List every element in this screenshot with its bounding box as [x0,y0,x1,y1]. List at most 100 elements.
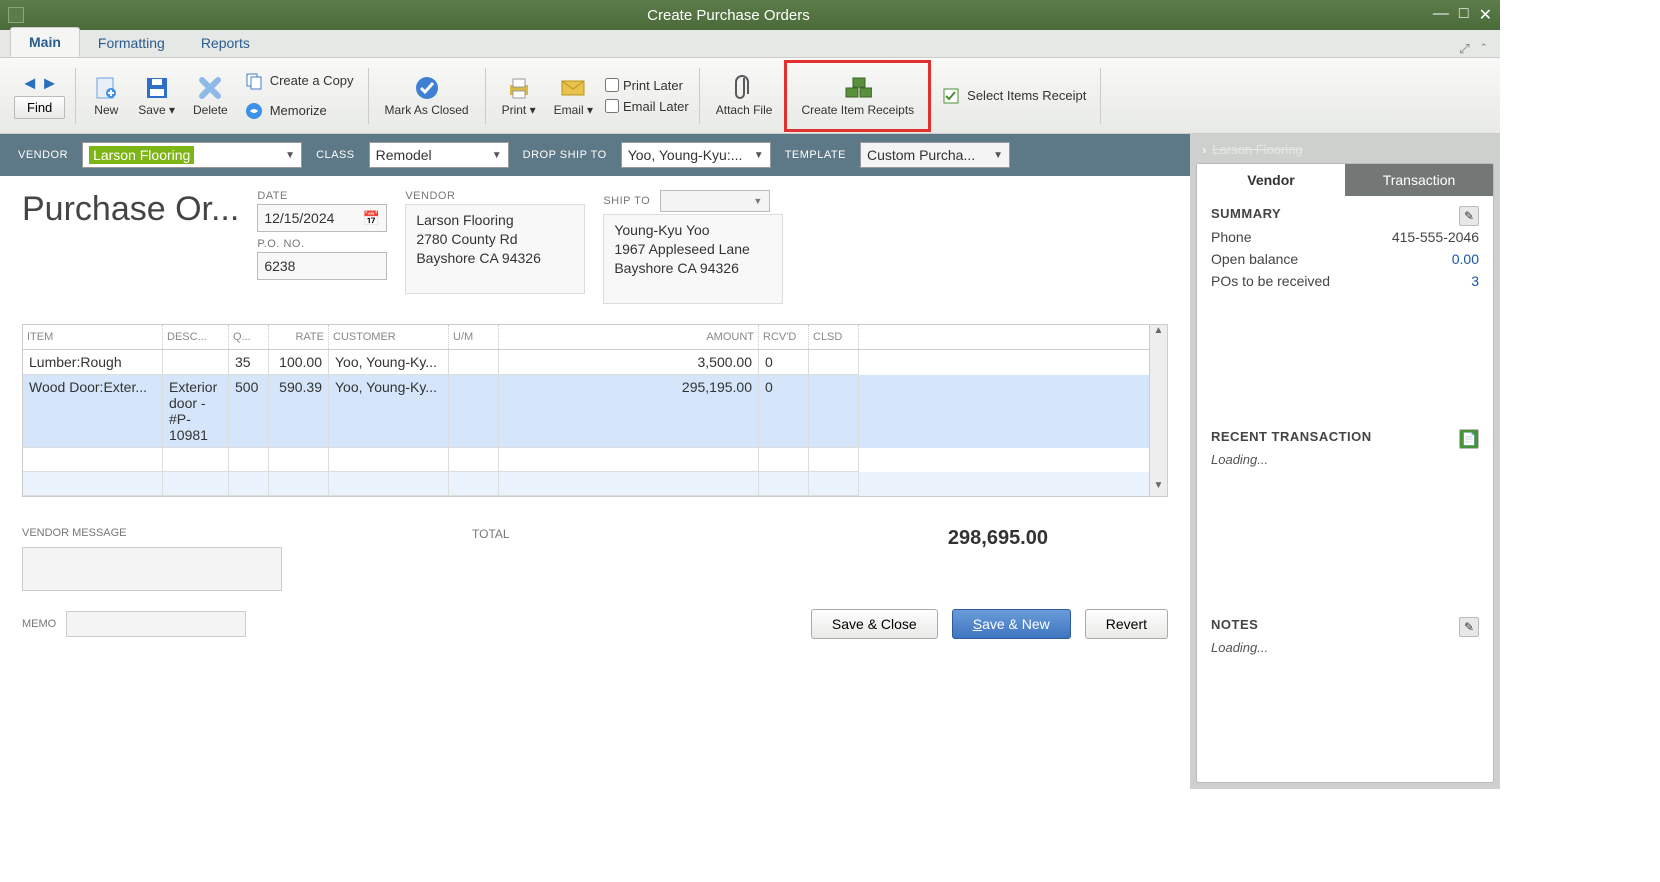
pono-input[interactable]: 6238 [257,252,387,280]
col-customer[interactable]: CUSTOMER [329,325,449,349]
copy-icon [244,71,264,91]
expand-icon[interactable]: ⤢ [1459,41,1469,57]
col-desc[interactable]: DESC... [163,325,229,349]
memo-input[interactable] [66,611,246,637]
tab-main[interactable]: Main [10,27,80,57]
email-button[interactable]: Email ▾ [548,72,599,119]
select-items-receipt-button[interactable]: Select Items Receipt [937,84,1090,108]
vendor-dropdown[interactable]: Larson Flooring▼ [82,142,302,168]
recent-loading: Loading... [1211,452,1479,467]
new-document-icon [92,74,120,102]
calendar-icon[interactable]: 📅 [363,210,380,227]
side-tab-vendor[interactable]: Vendor [1197,164,1345,196]
col-rcvd[interactable]: RCV'D [759,325,809,349]
table-row[interactable] [23,472,1149,496]
col-rate[interactable]: RATE [269,325,329,349]
recent-heading: RECENT TRANSACTION [1211,429,1479,444]
class-dropdown[interactable]: Remodel▼ [369,142,509,168]
col-qty[interactable]: Q... [229,325,269,349]
openbal-value[interactable]: 0.00 [1452,251,1479,267]
tab-formatting[interactable]: Formatting [80,29,183,57]
save-new-button[interactable]: Save & New [952,609,1071,639]
pos-label: POs to be received [1211,273,1330,289]
highlighted-action: Create Item Receipts [784,60,931,132]
collapse-ribbon-icon[interactable]: ˆ [1482,41,1486,57]
phone-label: Phone [1211,229,1251,245]
tab-reports[interactable]: Reports [183,29,268,57]
delete-button[interactable]: Delete [187,72,234,119]
pencil-icon[interactable]: ✎ [1459,617,1479,637]
print-button[interactable]: Print ▾ [496,72,542,119]
vendor-message-input[interactable] [22,547,282,591]
page-title: Purchase Or... [22,190,239,229]
notes-loading: Loading... [1211,640,1479,655]
prev-arrow-icon[interactable]: ◄ [21,73,39,94]
table-row[interactable] [23,448,1149,472]
vendor-label: VENDOR [18,149,68,161]
memo-label: MEMO [22,618,56,630]
side-tab-transaction[interactable]: Transaction [1345,164,1493,196]
col-item[interactable]: ITEM [23,325,163,349]
receipt-check-icon [941,86,961,106]
form-header-bar: VENDOR Larson Flooring▼ CLASS Remodel▼ D… [0,134,1190,176]
check-circle-icon [413,74,441,102]
template-dropdown[interactable]: Custom Purcha...▼ [860,142,1010,168]
shipto-label: SHIP TO ▼ [603,190,783,212]
save-icon [143,74,171,102]
pencil-icon[interactable]: ✎ [1459,206,1479,226]
total-amount: 298,695.00 [948,527,1048,550]
minimize-button[interactable]: — [1433,5,1449,25]
table-scrollbar[interactable]: ▲▼ [1149,325,1167,496]
side-panel: › Larson Flooring Vendor Transaction ✎ S… [1190,134,1500,789]
memorize-icon [244,101,264,121]
template-label: TEMPLATE [785,149,846,161]
line-items-table: ITEM DESC... Q... RATE CUSTOMER U/M AMOU… [22,324,1168,497]
table-row[interactable]: Wood Door:Exter... Exterior door - #P-10… [23,375,1149,448]
date-label: DATE [257,190,387,202]
envelope-icon [559,74,587,102]
mark-closed-button[interactable]: Mark As Closed [379,72,475,119]
system-menu-icon[interactable] [8,7,24,23]
dropship-label: DROP SHIP TO [523,149,607,161]
openbal-label: Open balance [1211,251,1298,267]
date-input[interactable]: 12/15/2024 📅 [257,204,387,232]
shipto-dropdown[interactable]: ▼ [660,190,770,212]
printer-icon [505,74,533,102]
save-button[interactable]: Save ▾ [132,72,181,119]
pono-label: P.O. NO. [257,238,387,250]
titlebar: Create Purchase Orders — □ ✕ [0,0,1500,30]
revert-button[interactable]: Revert [1085,609,1168,639]
shipto-address[interactable]: Young-Kyu Yoo 1967 Appleseed Lane Baysho… [603,214,783,304]
chevron-right-icon[interactable]: › [1202,142,1206,157]
email-later-checkbox[interactable]: Email Later [605,99,689,114]
col-clsd[interactable]: CLSD [809,325,859,349]
toolbar: ◄ ► Find New Save ▾ Delete Create a Copy [0,58,1500,134]
create-copy-button[interactable]: Create a Copy [240,69,358,93]
dropship-dropdown[interactable]: Yoo, Young-Kyu:...▼ [621,142,771,168]
print-later-checkbox[interactable]: Print Later [605,78,689,93]
class-label: CLASS [316,149,355,161]
delete-x-icon [196,74,224,102]
close-button[interactable]: ✕ [1479,5,1492,25]
maximize-button[interactable]: □ [1459,5,1469,25]
attach-file-button[interactable]: Attach File [710,72,779,119]
table-row[interactable]: Lumber:Rough 35 100.00 Yoo, Young-Ky... … [23,350,1149,375]
paperclip-icon [730,74,758,102]
col-amount[interactable]: AMOUNT [499,325,759,349]
window-title: Create Purchase Orders [24,7,1433,24]
phone-value: 415-555-2046 [1392,229,1479,245]
memorize-button[interactable]: Memorize [240,99,358,123]
pos-value[interactable]: 3 [1471,273,1479,289]
side-vendor-name: Larson Flooring [1212,142,1302,157]
report-icon[interactable]: 📄 [1459,429,1479,449]
next-arrow-icon[interactable]: ► [41,73,59,94]
vendor-addr-label: VENDOR [405,190,585,202]
save-close-button[interactable]: Save & Close [811,609,938,639]
find-button[interactable]: Find [14,96,65,119]
col-um[interactable]: U/M [449,325,499,349]
notes-heading: NOTES [1211,617,1479,632]
new-button[interactable]: New [86,72,126,119]
vendor-message-label: VENDOR MESSAGE [22,527,342,539]
vendor-address[interactable]: Larson Flooring 2780 County Rd Bayshore … [405,204,585,294]
create-item-receipts-button[interactable]: Create Item Receipts [795,72,920,119]
